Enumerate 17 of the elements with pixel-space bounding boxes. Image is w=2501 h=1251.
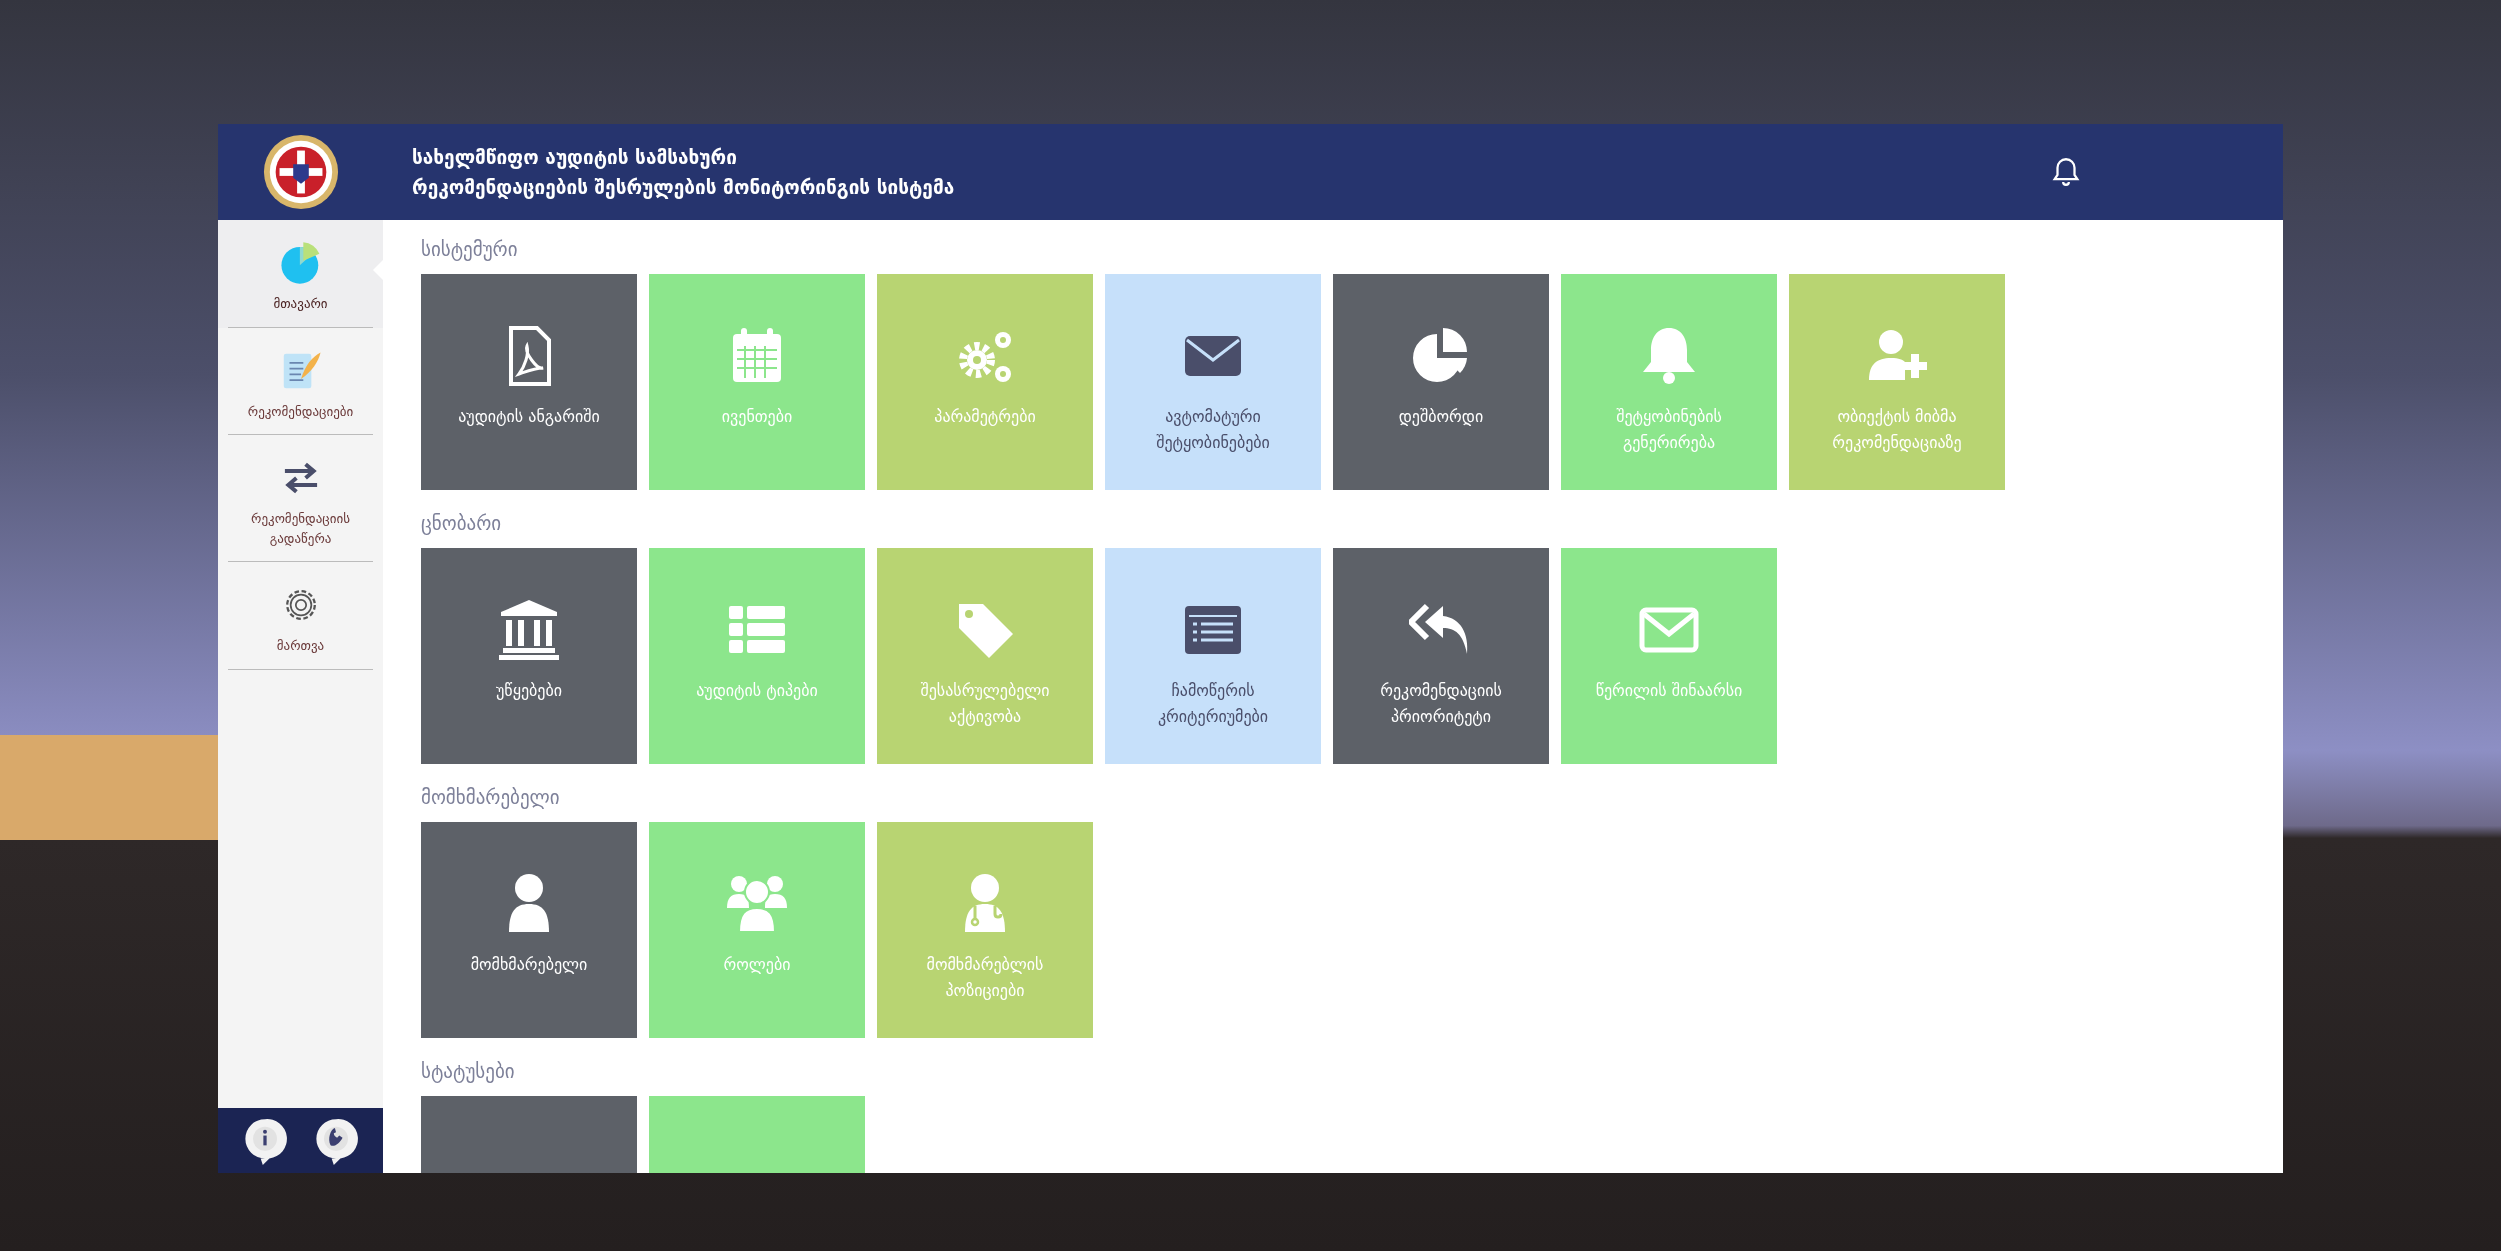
sidebar-item[interactable]: მთავარი — [218, 220, 383, 328]
bank-building-icon — [497, 598, 561, 662]
section-title: მომხმარებელი — [421, 786, 561, 808]
section-title: სტატუსები — [421, 1060, 516, 1082]
menu-tile[interactable]: ჩამოწერის კრიტერიუმები — [1105, 548, 1321, 764]
section-title: სისტემური — [421, 238, 519, 260]
menu-tile[interactable]: რეკომენდაციის პრიორიტეტი — [1333, 548, 1549, 764]
menu-tile[interactable]: აუდიტის ანგარიში — [421, 274, 637, 490]
menu-tile[interactable]: მომხმარებელი — [421, 822, 637, 1038]
menu-tile[interactable]: უწყებები — [421, 548, 637, 764]
menu-tile[interactable]: დეშბორდი — [1333, 274, 1549, 490]
header-subtitle: რეკომენდაციების შესრულების მონიტორინგის სისტემა — [412, 176, 956, 198]
info-icon[interactable] — [243, 1116, 288, 1165]
header-title: სახელმწიფო აუდიტის სამსახური — [412, 146, 738, 168]
phone-icon[interactable] — [313, 1116, 358, 1165]
section-title: ცნობარი — [421, 512, 503, 534]
menu-tile[interactable]: ავტომატური შეტყობინებები — [1105, 274, 1321, 490]
